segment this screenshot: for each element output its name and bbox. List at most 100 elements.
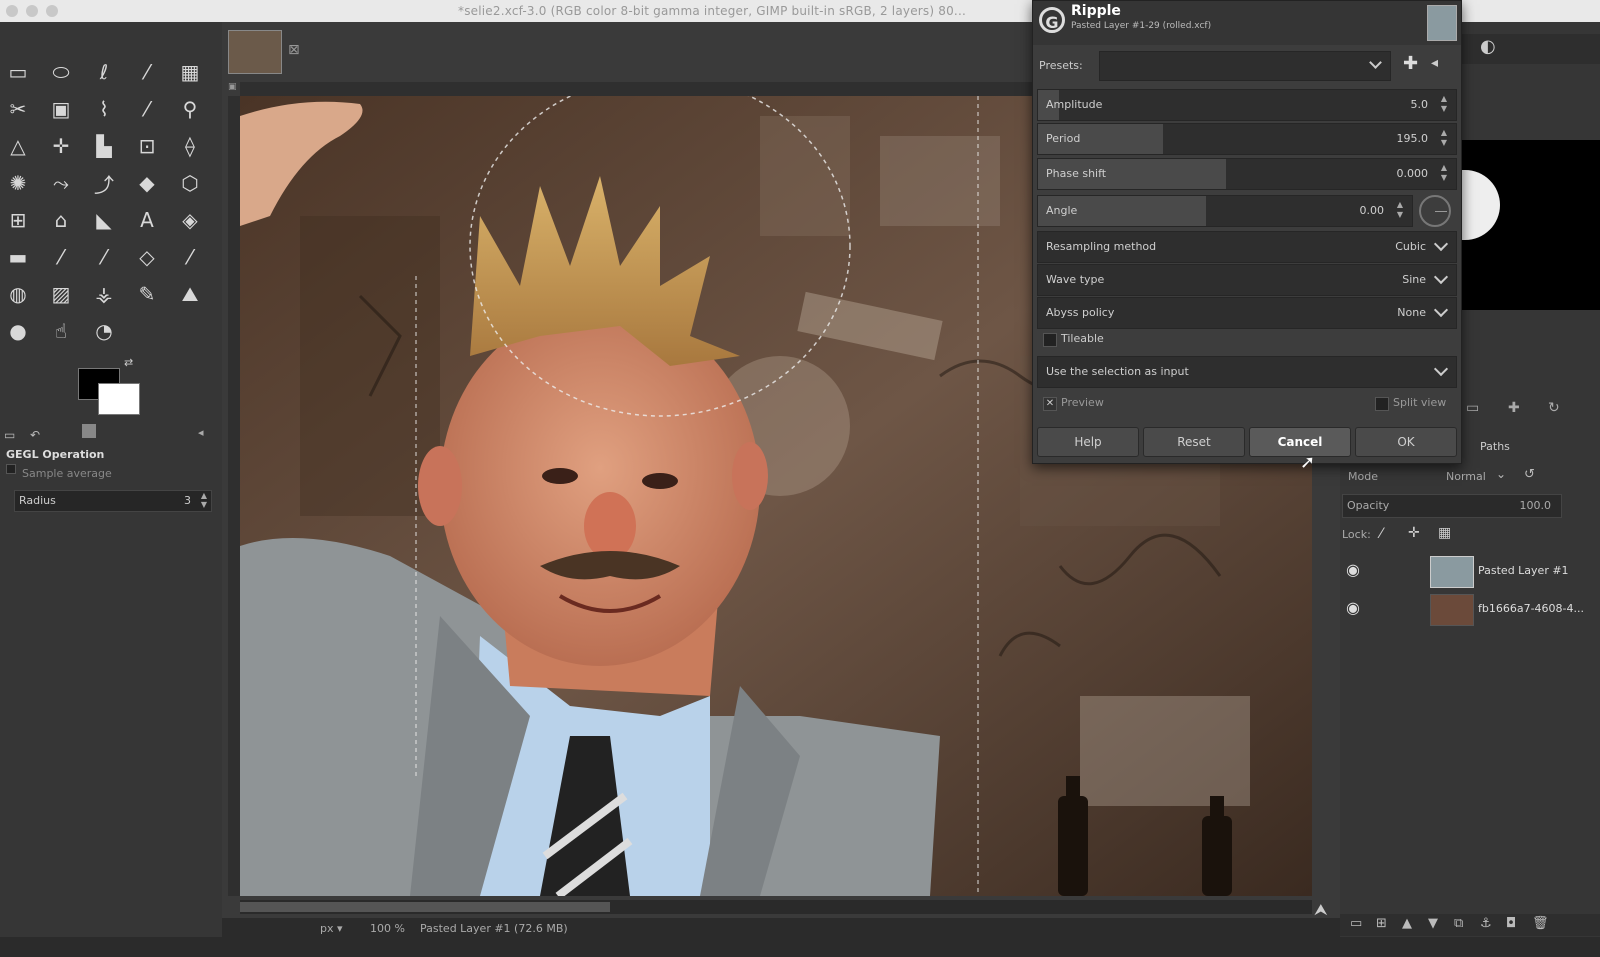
pencil-icon[interactable]: ⁄ (45, 241, 77, 273)
smudge-icon[interactable]: ☝ (45, 315, 77, 347)
background-color-swatch[interactable] (98, 383, 140, 415)
pointer-unit-select[interactable]: px ▾ (320, 922, 343, 935)
layer-name[interactable]: fb1666a7-4608-4... (1478, 602, 1598, 615)
undo-history-icon[interactable]: ↶ (30, 428, 40, 442)
zoom-icon[interactable]: ⚲ (174, 93, 206, 125)
brushes-tab-icon[interactable]: ◐ (1480, 36, 1496, 57)
scissors-icon[interactable]: ✂ (2, 93, 34, 125)
zoom-select[interactable]: 100 % (370, 922, 405, 935)
3d-transform-icon[interactable]: ⬡ (174, 167, 206, 199)
ellipse-select-icon[interactable]: ⬭ (45, 56, 77, 88)
gradient-icon[interactable]: ▬ (2, 241, 34, 273)
minimize-window-icon[interactable] (26, 5, 38, 17)
preset-menu-icon[interactable]: ◂ (1431, 55, 1438, 71)
unified-transform-icon[interactable]: ⟠ (174, 130, 206, 162)
images-icon[interactable] (82, 424, 96, 438)
lock-pixels-icon[interactable]: ⁄ (1380, 526, 1382, 542)
vertical-ruler[interactable] (228, 96, 240, 896)
angle-dial[interactable] (1419, 195, 1451, 227)
perspective-clone-icon[interactable]: ⛰ (174, 278, 206, 310)
layer-row[interactable]: ◉ Pasted Layer #1 (1342, 554, 1600, 590)
add-preset-icon[interactable]: ✚ (1403, 53, 1418, 74)
bucket-fill-icon[interactable]: ◈ (174, 204, 206, 236)
angle-slider[interactable]: Angle 0.00 ▲ ▼ (1037, 195, 1413, 227)
visibility-eye-icon[interactable]: ◉ (1346, 598, 1360, 617)
align-icon[interactable]: ▙ (88, 130, 120, 162)
swap-colors-icon[interactable]: ⇄ (124, 356, 136, 369)
paths-tab[interactable]: Paths (1480, 440, 1510, 453)
mypaint-brush-icon[interactable]: ▨ (45, 278, 77, 310)
new-layer-icon[interactable]: ⊞ (1376, 916, 1387, 931)
tileable-checkbox[interactable] (1043, 333, 1057, 347)
rect-select-icon[interactable]: ▭ (2, 56, 34, 88)
cage-icon[interactable]: ⌂ (45, 204, 77, 236)
lower-layer-icon[interactable]: ▼ (1428, 916, 1438, 931)
quick-mask-corner-icon[interactable]: ▣ (228, 82, 240, 96)
image-tab-thumbnail[interactable] (228, 30, 282, 74)
amplitude-spin-icon[interactable]: ▲ ▼ (1438, 94, 1450, 116)
mode-switch-icon[interactable]: ↺ (1524, 467, 1535, 482)
mode-dropdown-icon[interactable]: ⌄ (1496, 467, 1506, 481)
ok-button[interactable]: OK (1355, 427, 1457, 457)
mode-select[interactable]: Normal (1446, 470, 1486, 483)
delete-layer-icon[interactable]: 🗑 (1532, 916, 1549, 931)
ink-icon[interactable]: ◍ (2, 278, 34, 310)
paths-icon[interactable]: ⌇ (88, 93, 120, 125)
eraser-icon[interactable]: ◇ (131, 241, 163, 273)
foreground-select-icon[interactable]: ▣ (45, 93, 77, 125)
input-selection-combo[interactable]: Use the selection as input (1037, 356, 1457, 388)
visibility-eye-icon[interactable]: ◉ (1346, 560, 1360, 579)
color-picker-icon[interactable]: ⁄ (131, 93, 163, 125)
handle-transform-icon[interactable]: ⤳ (45, 167, 77, 199)
smudge-bucket-icon[interactable]: ◣ (88, 204, 120, 236)
text-icon[interactable]: A (131, 204, 163, 236)
radius-spin-arrows-icon[interactable]: ▲ ▼ (201, 491, 207, 509)
angle-spin-icon[interactable]: ▲ ▼ (1394, 200, 1406, 222)
presets-combo[interactable] (1099, 51, 1391, 81)
anchor-layer-icon[interactable]: ⚓ (1480, 916, 1492, 931)
warp-transform-icon[interactable]: ✺ (2, 167, 34, 199)
period-slider[interactable]: Period 195.0 ▲ ▼ (1037, 123, 1457, 155)
close-window-icon[interactable] (6, 5, 18, 17)
sample-average-checkbox[interactable] (6, 464, 16, 474)
radius-spinbox[interactable]: Radius 3 ▲ ▼ (14, 490, 212, 512)
brush-new-icon[interactable]: ✚ (1508, 400, 1520, 416)
layer-name[interactable]: Pasted Layer #1 (1478, 564, 1569, 577)
dodge-burn-icon[interactable]: ◔ (88, 315, 120, 347)
flip-icon[interactable]: ⊞ (2, 204, 34, 236)
phase-shift-spin-icon[interactable]: ▲ ▼ (1438, 163, 1450, 185)
zoom-window-icon[interactable] (46, 5, 58, 17)
help-button[interactable]: Help (1037, 427, 1139, 457)
measure-icon[interactable]: △ (2, 130, 34, 162)
period-spin-icon[interactable]: ▲ ▼ (1438, 128, 1450, 150)
fuzzy-select-icon[interactable]: ⁄ (131, 56, 163, 88)
lock-position-icon[interactable]: ✛ (1408, 525, 1420, 541)
opacity-spinbox[interactable]: Opacity 100.0 (1342, 494, 1562, 518)
color-select-icon[interactable]: ▦ (174, 56, 206, 88)
perspective-icon[interactable]: ◆ (131, 167, 163, 199)
mask-layer-icon[interactable]: ◘ (1506, 916, 1516, 931)
phase-shift-slider[interactable]: Phase shift 0.000 ▲ ▼ (1037, 158, 1457, 190)
lock-alpha-icon[interactable]: ▦ (1438, 525, 1451, 541)
heal-icon[interactable]: ✎ (131, 278, 163, 310)
brush-edit-icon[interactable]: ▭ (1466, 400, 1479, 416)
raise-layer-icon[interactable]: ▲ (1402, 916, 1412, 931)
amplitude-slider[interactable]: Amplitude 5.0 ▲ ▼ (1037, 89, 1457, 121)
reset-button[interactable]: Reset (1143, 427, 1245, 457)
free-select-icon[interactable]: ℓ (88, 56, 120, 88)
wave-type-combo[interactable]: Wave type Sine (1037, 264, 1457, 296)
crop-icon[interactable]: ⊡ (131, 130, 163, 162)
split-view-checkbox[interactable] (1375, 397, 1389, 411)
preview-checkbox[interactable]: ✕ (1043, 397, 1057, 411)
airbrush-icon[interactable]: ⁄ (174, 241, 206, 273)
paintbrush-icon[interactable]: ⁄ (88, 241, 120, 273)
clone-icon[interactable]: ⚶ (88, 278, 120, 310)
device-status-icon[interactable]: ▭ (4, 428, 15, 442)
blur-icon[interactable]: ● (2, 315, 34, 347)
brush-refresh-icon[interactable]: ↻ (1548, 400, 1560, 416)
navigate-icon[interactable]: ⮝ (1314, 900, 1328, 920)
horizontal-scrollbar[interactable] (240, 900, 1312, 914)
move-icon[interactable]: ✛ (45, 130, 77, 162)
resampling-method-combo[interactable]: Resampling method Cubic (1037, 231, 1457, 263)
new-layer-group-icon[interactable]: ▭ (1350, 916, 1362, 931)
